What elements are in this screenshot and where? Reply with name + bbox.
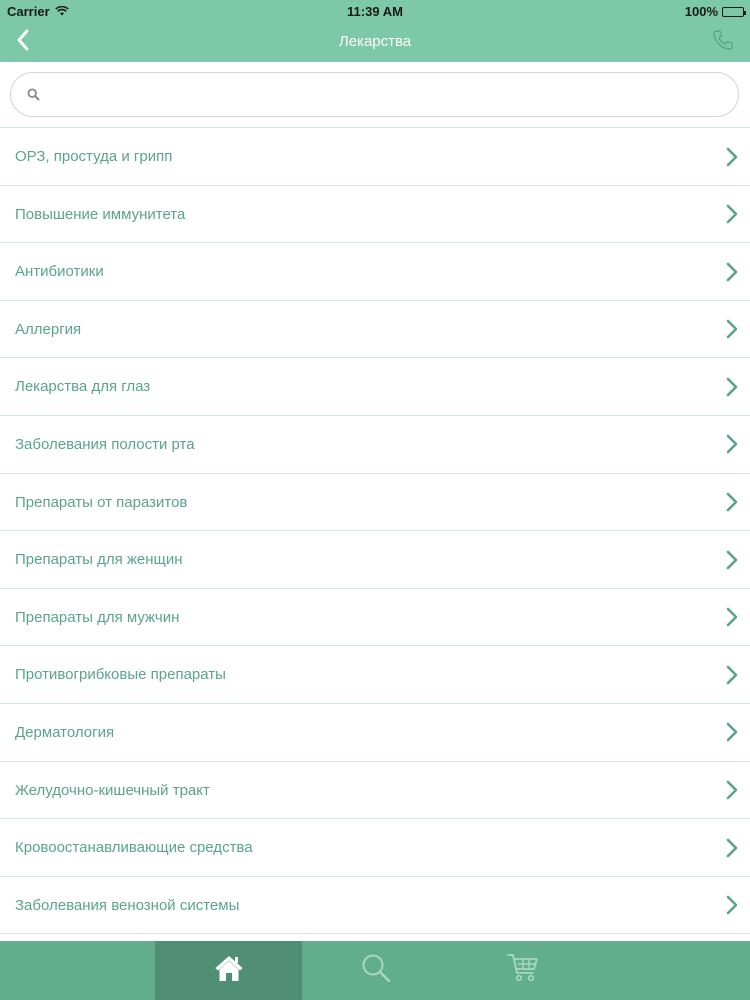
chevron-right-icon bbox=[726, 186, 738, 243]
tab-home[interactable] bbox=[155, 941, 302, 1000]
list-item[interactable]: Повышение иммунитета bbox=[0, 186, 750, 244]
chevron-right-icon bbox=[726, 416, 738, 473]
chevron-right-icon bbox=[726, 358, 738, 415]
list-item-label: ОРЗ, простуда и грипп bbox=[15, 148, 173, 165]
battery-percent: 100% bbox=[684, 4, 718, 19]
nav-bar: Лекарства bbox=[0, 22, 750, 62]
list-item[interactable]: Желудочно-кишечный тракт bbox=[0, 762, 750, 820]
list-item[interactable]: ОРЗ, простуда и грипп bbox=[0, 128, 750, 186]
list-item[interactable]: Кровоостанавливающие средства bbox=[0, 819, 750, 877]
status-time: 11:39 AM bbox=[347, 4, 403, 19]
list-item[interactable]: Препараты от паразитов bbox=[0, 474, 750, 532]
list-item[interactable]: Противогрибковые препараты bbox=[0, 646, 750, 704]
chevron-right-icon bbox=[726, 589, 738, 646]
list-item-label: Повышение иммунитета bbox=[15, 205, 186, 223]
list-item-label: Дерматология bbox=[15, 723, 115, 741]
home-icon bbox=[214, 954, 244, 987]
chevron-right-icon bbox=[726, 704, 738, 761]
list-item[interactable]: Антибиотики bbox=[0, 243, 750, 301]
search-icon bbox=[27, 88, 41, 102]
app-screen: Carrier 11:39 AM 100% Лекарства ОРЗ, про… bbox=[0, 0, 750, 1000]
battery-icon bbox=[722, 6, 746, 17]
list-item-label: Препараты от паразитов bbox=[15, 493, 188, 511]
page-title: Лекарства bbox=[338, 33, 412, 50]
category-list: ОРЗ, простуда и грипп Повышение иммунитет… bbox=[0, 128, 750, 935]
list-item[interactable]: Аллергия bbox=[0, 301, 750, 359]
list-item[interactable]: Дерматология bbox=[0, 704, 750, 762]
chevron-right-icon bbox=[726, 474, 738, 531]
list-item-label: Желудочно-кишечный тракт bbox=[15, 781, 210, 799]
chevron-right-icon bbox=[726, 531, 738, 588]
tab-cart[interactable] bbox=[449, 941, 596, 1000]
chevron-right-icon bbox=[726, 646, 738, 703]
list-item-label: Аллергия bbox=[15, 320, 82, 338]
tab-bar bbox=[0, 941, 750, 1000]
list-item[interactable]: Лекарства для глаз bbox=[0, 358, 750, 416]
list-item-label: Лекарства для глаз bbox=[15, 378, 151, 396]
list-item[interactable]: Препараты для мужчин bbox=[0, 589, 750, 647]
tab-search[interactable] bbox=[302, 941, 449, 1000]
list-item-label: Заболевания полости рта bbox=[15, 435, 195, 453]
cart-icon bbox=[506, 953, 539, 988]
search-input[interactable] bbox=[49, 73, 722, 116]
list-item-label: Препараты для женщин bbox=[15, 551, 183, 569]
chevron-right-icon bbox=[726, 877, 738, 934]
search-icon bbox=[360, 952, 392, 989]
list-item-label: Препараты для мужчин bbox=[15, 608, 180, 626]
list-item-label: Кровоостанавливающие средства bbox=[15, 839, 253, 857]
list-item[interactable]: Заболевания полости рта bbox=[0, 416, 750, 474]
status-bar: Carrier 11:39 AM 100% bbox=[0, 0, 750, 22]
status-battery: 100% bbox=[684, 4, 746, 19]
search-box[interactable] bbox=[10, 72, 739, 117]
search-section bbox=[0, 62, 750, 128]
chevron-right-icon bbox=[726, 243, 738, 300]
chevron-right-icon bbox=[726, 301, 738, 358]
list-item-label: Противогрибковые препараты bbox=[15, 666, 226, 684]
phone-icon bbox=[711, 28, 735, 57]
chevron-right-icon bbox=[726, 819, 738, 876]
list-item-label: Заболевания венозной системы bbox=[15, 896, 240, 914]
list-item[interactable]: Заболевания венозной системы bbox=[0, 877, 750, 935]
call-button[interactable] bbox=[708, 27, 738, 57]
chevron-right-icon bbox=[726, 762, 738, 819]
list-item[interactable]: Препараты для женщин bbox=[0, 531, 750, 589]
list-item-label: Антибиотики bbox=[15, 263, 104, 281]
chevron-right-icon bbox=[726, 128, 738, 185]
